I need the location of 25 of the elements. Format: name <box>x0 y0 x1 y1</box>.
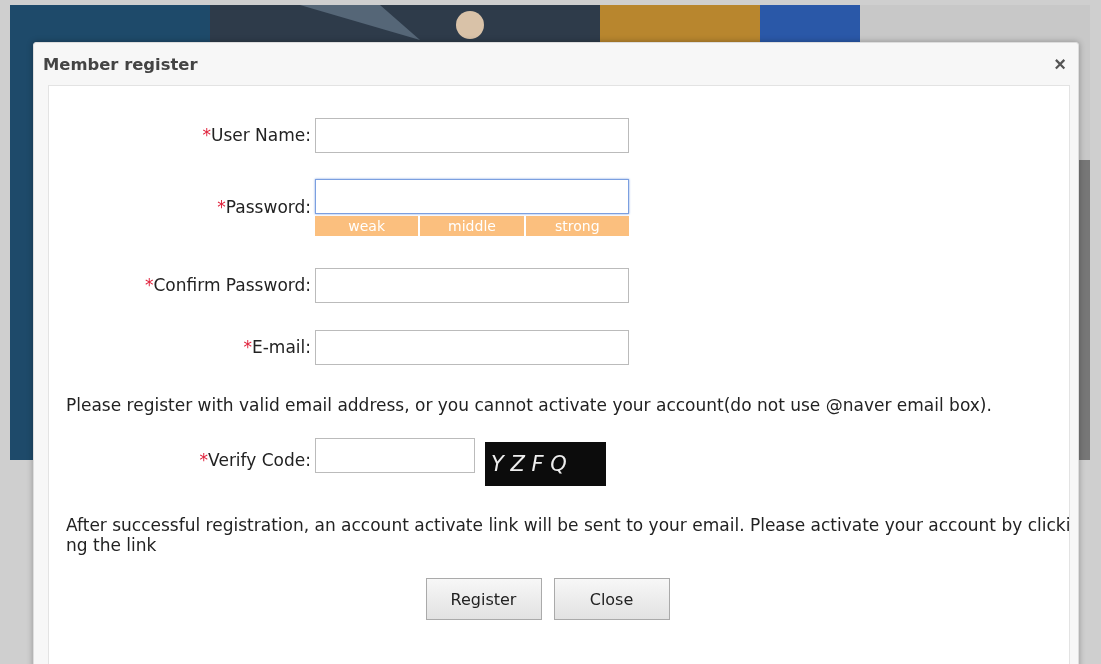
input-field[interactable] <box>315 438 475 473</box>
strength-segment: strong <box>525 216 629 236</box>
field-label: E-mail: <box>251 337 311 357</box>
close-button[interactable]: Close <box>553 578 670 620</box>
required-mark: * <box>217 197 226 217</box>
email-note: Please register with valid email address, or you cannot activate your account(do not use @naver email box). <box>66 395 993 415</box>
input-field[interactable] <box>315 268 629 303</box>
required-mark: * <box>202 125 211 145</box>
required-mark: * <box>144 275 154 295</box>
field-label: Password: <box>225 197 311 217</box>
required-mark: * <box>243 337 252 357</box>
strength-segment: weak <box>315 216 419 236</box>
dialog-title: Member register <box>43 54 198 74</box>
field-label: User Name: <box>210 125 311 145</box>
activation-note: After successful registration, an account activate link will be sent to your email. Please activate your account by clicki ng the link <box>66 515 1069 555</box>
strength-segment: middle <box>420 216 524 236</box>
required-mark: * <box>199 450 209 470</box>
field-label: Confirm Password: <box>153 275 311 295</box>
close-button[interactable]: × <box>1054 52 1066 76</box>
input-field[interactable] <box>315 330 629 365</box>
input-field[interactable] <box>315 179 629 214</box>
input-field[interactable] <box>315 118 629 153</box>
register-button[interactable]: Register <box>425 578 542 620</box>
field-label: Verify Code: <box>208 450 311 470</box>
captcha-code: Y Z F Q <box>485 442 606 486</box>
